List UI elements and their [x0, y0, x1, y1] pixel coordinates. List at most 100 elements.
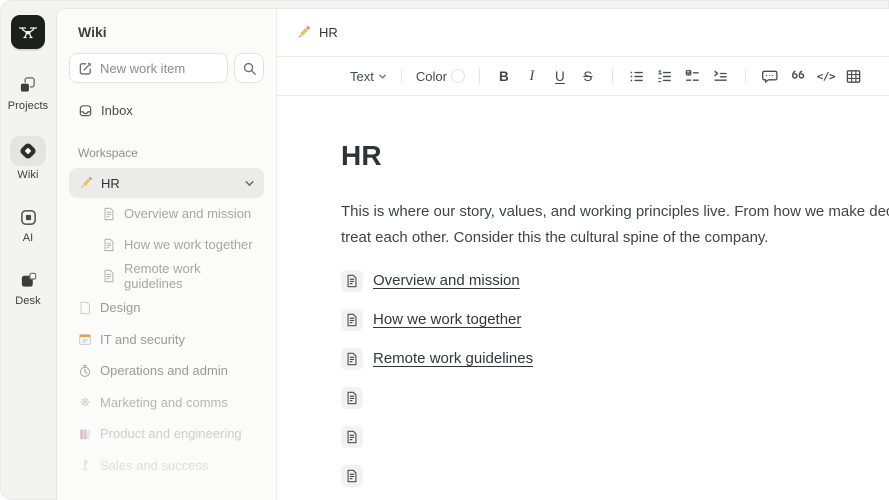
wiki-icon: [17, 140, 39, 162]
toggle-list-icon: [712, 68, 729, 85]
bullet-list-icon: [628, 68, 645, 85]
toggle-list-button[interactable]: [708, 63, 734, 89]
color-picker-button[interactable]: Color: [413, 63, 468, 89]
page-link-how-we-work[interactable]: How we work together: [341, 300, 889, 339]
sidebar-page-how-we-work[interactable]: How we work together: [69, 229, 264, 260]
toolbar-divider: [479, 68, 480, 84]
blockquote-button[interactable]: [785, 63, 811, 89]
sidebar-item-marketing[interactable]: Marketing and comms: [69, 387, 264, 419]
sidebar-item-design[interactable]: Design: [69, 292, 264, 324]
bullet-list-button[interactable]: [624, 63, 650, 89]
document-icon: [102, 269, 116, 283]
sidebar-item-hr[interactable]: HR: [69, 168, 264, 198]
new-work-item-input[interactable]: New work item: [69, 53, 228, 83]
italic-button[interactable]: I: [519, 63, 545, 89]
rail-item-desk[interactable]: Desk: [15, 268, 41, 307]
sidebar-page-label: How we work together: [124, 237, 253, 252]
formatting-toolbar: Text Color B I U S: [277, 57, 889, 96]
document-icon: [345, 469, 359, 483]
page-link-label: Remote work guidelines: [373, 350, 533, 367]
table-button[interactable]: [841, 63, 867, 89]
rail-item-ai[interactable]: AI: [15, 205, 41, 244]
strikethrough-button[interactable]: S: [575, 63, 601, 89]
sidebar-item-sales[interactable]: Sales and success: [69, 450, 264, 482]
page-link-list: Overview and mission How we work togethe…: [341, 261, 889, 495]
color-label: Color: [416, 69, 447, 84]
sidebar-item-operations[interactable]: Operations and admin: [69, 355, 264, 387]
pencil-icon: [78, 176, 93, 191]
document-icon: [345, 274, 359, 288]
document-editor[interactable]: HR This is where our story, values, and …: [277, 96, 889, 495]
page-icon: [78, 301, 92, 315]
search-icon: [242, 61, 257, 76]
ai-icon: [19, 208, 38, 227]
inbox-label: Inbox: [101, 103, 133, 118]
check-list-icon: [684, 68, 701, 85]
document-chip: [341, 348, 363, 370]
wiki-sidebar: Wiki New work item: [57, 9, 277, 500]
confetti-icon: [78, 395, 92, 409]
pencil-icon: [295, 25, 311, 41]
underline-button[interactable]: U: [547, 63, 573, 89]
flag-icon: [78, 458, 92, 472]
toolbar-divider: [401, 68, 402, 84]
page-link-overview[interactable]: Overview and mission: [341, 261, 889, 300]
inbox-icon: [78, 103, 93, 118]
workspace-logo[interactable]: [11, 15, 45, 49]
chevron-down-icon: [378, 72, 387, 81]
projects-icon: [18, 76, 37, 95]
loading-page-row: [341, 456, 889, 495]
stopwatch-icon: [78, 364, 92, 378]
color-swatch: [451, 69, 465, 83]
bold-button[interactable]: B: [491, 63, 517, 89]
toolbar-divider: [612, 68, 613, 84]
sidebar-page-overview[interactable]: Overview and mission: [69, 198, 264, 229]
editor-pane: HR Text Color B I U S: [277, 9, 889, 500]
search-button[interactable]: [234, 53, 264, 83]
chevron-down-icon[interactable]: [244, 178, 255, 189]
document-chip: [341, 270, 363, 292]
rail-item-projects[interactable]: Projects: [8, 73, 49, 112]
rail-label: Wiki: [17, 169, 38, 181]
page-link-remote-work[interactable]: Remote work guidelines: [341, 339, 889, 378]
document-icon: [102, 238, 116, 252]
workspace-section-label: Workspace: [69, 146, 264, 160]
rail-item-wiki[interactable]: Wiki: [10, 136, 46, 181]
toolbar-divider: [745, 68, 746, 84]
sidebar-category-label: Marketing and comms: [100, 395, 228, 410]
document-icon: [345, 352, 359, 366]
app-window: Projects Wiki AI: [0, 0, 889, 500]
paragraph-line: treat each other. Consider this the cult…: [341, 225, 889, 251]
sidebar-page-label: Remote work guidelines: [124, 261, 255, 291]
rail-label: AI: [23, 232, 34, 244]
sidebar-item-it-security[interactable]: IT and security: [69, 324, 264, 356]
sidebar-category-label: Product and engineering: [100, 426, 242, 441]
loading-page-row: [341, 417, 889, 456]
document-chip: [341, 465, 363, 487]
check-list-button[interactable]: [680, 63, 706, 89]
loading-page-row: [341, 378, 889, 417]
table-icon: [845, 68, 862, 85]
comment-button[interactable]: [757, 63, 783, 89]
sidebar-item-inbox[interactable]: Inbox: [69, 96, 264, 124]
code-block-button[interactable]: </>: [813, 63, 839, 89]
text-style-label: Text: [350, 69, 374, 84]
sidebar-item-product[interactable]: Product and engineering: [69, 418, 264, 450]
app-rail: Projects Wiki AI: [0, 8, 56, 500]
sidebar-category-label: Operations and admin: [100, 363, 228, 378]
document-chip: [341, 426, 363, 448]
page-link-label: Overview and mission: [373, 272, 520, 289]
text-style-dropdown[interactable]: Text: [347, 63, 390, 89]
sidebar-category-label: Sales and success: [100, 458, 208, 473]
content-panel: Wiki New work item: [56, 8, 889, 500]
ordered-list-button[interactable]: [652, 63, 678, 89]
rail-label: Projects: [8, 100, 49, 112]
document-icon: [345, 430, 359, 444]
drone-logo-icon: [16, 20, 40, 44]
breadcrumb: HR: [277, 9, 889, 57]
comment-icon: [761, 68, 778, 85]
sidebar-page-remote-work[interactable]: Remote work guidelines: [69, 260, 264, 291]
breadcrumb-page-title[interactable]: HR: [319, 25, 338, 40]
ordered-list-icon: [656, 68, 673, 85]
compose-icon: [78, 61, 93, 76]
